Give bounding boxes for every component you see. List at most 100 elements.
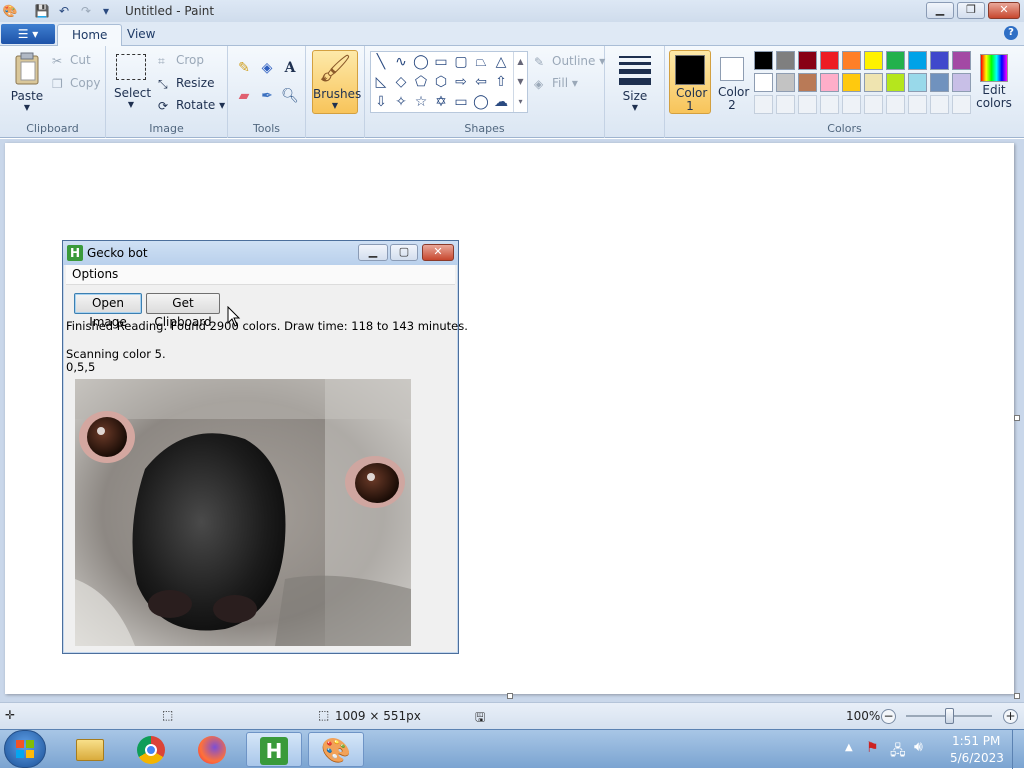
palette-swatch[interactable] [864,51,883,70]
palette-swatch[interactable] [754,73,773,92]
taskbar-paint[interactable]: 🎨 [308,732,364,767]
palette-swatch[interactable] [908,73,927,92]
show-hidden-icons-icon[interactable]: ▲ [845,742,853,753]
edit-colors-button[interactable]: Edit colors [974,50,1014,114]
down-arrow-shape-icon[interactable]: ⇩ [371,92,391,112]
palette-swatch[interactable] [842,51,861,70]
palette-swatch[interactable] [754,51,773,70]
canvas-resize-handle-bottom[interactable] [507,693,513,699]
taskbar-chrome[interactable] [123,732,179,767]
text-tool-icon[interactable]: A [280,58,300,78]
show-desktop-button[interactable] [1012,730,1024,769]
custom-color-slot[interactable] [798,95,817,114]
customize-toolbar-icon[interactable]: ▾ [98,3,114,19]
five-point-star-shape-icon[interactable]: ☆ [411,92,431,112]
palette-swatch[interactable] [776,73,795,92]
palette-swatch[interactable] [776,51,795,70]
palette-swatch[interactable] [886,73,905,92]
rectangle-shape-icon[interactable]: ▭ [431,52,451,72]
pentagon-shape-icon[interactable]: ⬠ [411,72,431,92]
palette-swatch[interactable] [842,73,861,92]
dialog-minimize-button[interactable]: ▁ [358,244,388,261]
palette-swatch[interactable] [930,73,949,92]
redo-icon[interactable]: ↷ [78,3,94,19]
crop-button[interactable]: ⌗ Crop [158,53,204,68]
left-arrow-shape-icon[interactable]: ⇦ [471,72,491,92]
dialog-close-button[interactable]: ✕ [422,244,454,261]
taskbar-explorer[interactable] [62,732,118,767]
paste-button[interactable]: Paste ▼ [8,52,46,112]
cut-button[interactable]: ✂ Cut [52,53,91,68]
custom-color-slot[interactable] [776,95,795,114]
clock-time[interactable]: 1:51 PM [952,734,1000,748]
pencil-icon[interactable]: ✎ [234,58,254,78]
get-clipboard-button[interactable]: Get Clipboard [146,293,220,329]
custom-color-slot[interactable] [886,95,905,114]
palette-swatch[interactable] [908,51,927,70]
right-arrow-shape-icon[interactable]: ⇨ [451,72,471,92]
diamond-shape-icon[interactable]: ◇ [391,72,411,92]
color2-button[interactable]: Color 2 [713,50,751,114]
volume-icon[interactable]: 🔊︎ [914,739,923,755]
taskbar-gecko-bot[interactable]: H [246,732,302,767]
rounded-callout-shape-icon[interactable]: ▭ [451,92,471,112]
network-icon[interactable]: 🖧 [890,740,906,764]
palette-swatch[interactable] [952,73,971,92]
oval-callout-shape-icon[interactable]: ◯ [471,92,491,112]
open-image-button[interactable]: Open Image [74,293,142,329]
magnifier-icon[interactable]: 🔍︎ [280,86,300,106]
help-icon[interactable]: ? [1004,26,1018,40]
menu-options[interactable]: Options [72,267,118,281]
triangle-shape-icon[interactable]: △ [491,52,511,72]
color1-button[interactable]: Color 1 [669,50,711,114]
undo-icon[interactable]: ↶ [56,3,72,19]
rounded-rectangle-shape-icon[interactable]: ▢ [451,52,471,72]
copy-button[interactable]: ❐ Copy [52,76,100,91]
zoom-out-button[interactable]: − [881,709,896,724]
custom-color-slot[interactable] [952,95,971,114]
cloud-callout-shape-icon[interactable]: ☁ [491,92,511,112]
paint-app-icon[interactable]: 🎨 [2,3,18,19]
palette-swatch[interactable] [864,73,883,92]
outline-button[interactable]: ✎ Outline ▾ [534,54,605,69]
custom-color-slot[interactable] [820,95,839,114]
oval-shape-icon[interactable]: ◯ [411,52,431,72]
right-triangle-shape-icon[interactable]: ◺ [371,72,391,92]
palette-swatch[interactable] [952,51,971,70]
four-point-star-shape-icon[interactable]: ✧ [391,92,411,112]
canvas-resize-handle-corner[interactable] [1014,693,1020,699]
palette-swatch[interactable] [798,73,817,92]
custom-color-slot[interactable] [930,95,949,114]
minimize-button[interactable]: ▁ [926,2,954,19]
close-button[interactable]: ✕ [988,2,1020,19]
custom-color-slot[interactable] [864,95,883,114]
clock-date[interactable]: 5/6/2023 [950,751,1004,765]
tab-view[interactable]: View [113,24,169,47]
curve-shape-icon[interactable]: ∿ [391,52,411,72]
action-center-icon[interactable]: ⚑ [866,740,879,756]
restore-button[interactable]: ❐ [957,2,985,19]
start-button[interactable] [4,730,46,768]
dialog-maximize-button[interactable]: ▢ [390,244,418,261]
palette-swatch[interactable] [820,51,839,70]
zoom-in-button[interactable]: + [1003,709,1018,724]
line-shape-icon[interactable]: ╲ [371,52,391,72]
shapes-scroll[interactable]: ▲ ▼ ▾ [513,52,527,112]
up-arrow-shape-icon[interactable]: ⇧ [491,72,511,92]
select-button[interactable]: Select ▼ [114,54,151,109]
fill-bucket-icon[interactable]: ◈ [257,58,277,78]
save-icon[interactable]: 💾 [34,3,50,19]
palette-swatch[interactable] [886,51,905,70]
six-point-star-shape-icon[interactable]: ✡ [431,92,451,112]
taskbar-firefox[interactable] [184,732,240,767]
rotate-button[interactable]: ⟳ Rotate ▾ [158,98,225,113]
color-picker-icon[interactable]: ✒ [257,86,277,106]
size-button[interactable]: Size ▼ [617,52,653,112]
palette-swatch[interactable] [820,73,839,92]
palette-swatch[interactable] [930,51,949,70]
polygon-shape-icon[interactable]: ⏢ [471,52,491,72]
resize-button[interactable]: ⤡ Resize [158,76,214,91]
eraser-icon[interactable]: ▰ [234,86,254,106]
zoom-slider-thumb[interactable] [945,708,954,724]
custom-color-slot[interactable] [908,95,927,114]
